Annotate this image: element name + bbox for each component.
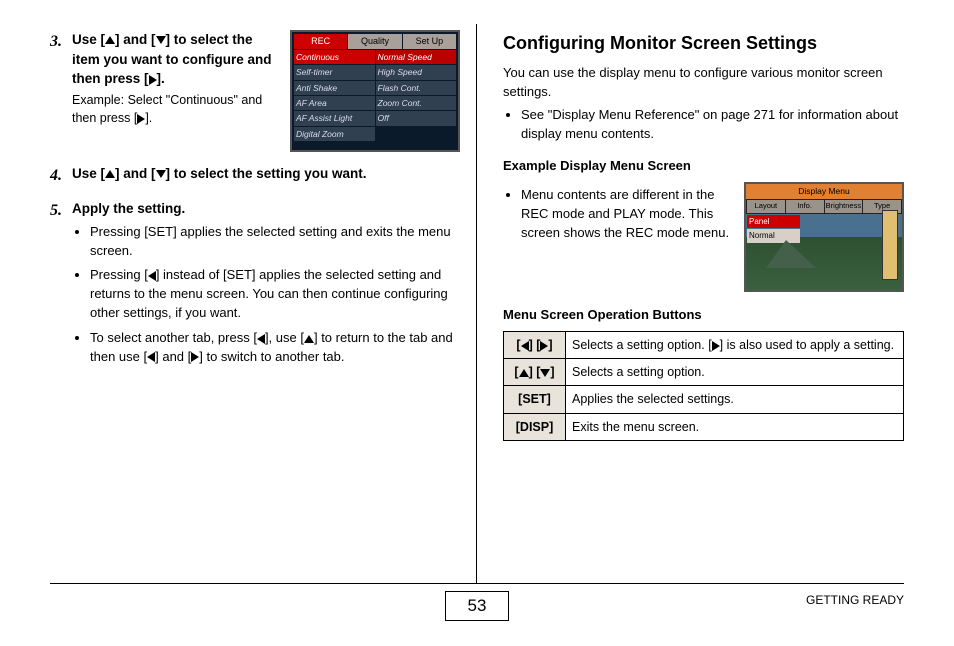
down-arrow-icon (156, 36, 166, 44)
up-arrow-icon (519, 369, 529, 377)
step-4: 4. Use [] and [] to select the setting y… (50, 164, 460, 187)
list-item: Menu contents are different in the REC m… (521, 186, 730, 243)
intro-bullets: See "Display Menu Reference" on page 271… (503, 106, 904, 144)
step-title: Use [] and [] to select the setting you … (72, 164, 460, 184)
table-row: [DISP] Exits the menu screen. (504, 413, 904, 440)
step-title: Apply the setting. (72, 199, 460, 219)
up-arrow-icon (105, 170, 115, 178)
up-arrow-icon (105, 36, 115, 44)
rec-menu-screenshot: REC Quality Set Up Continuous Self-timer… (290, 30, 460, 152)
step-title: Use [] and [] to select the item you wan… (72, 30, 280, 89)
list-item: See "Display Menu Reference" on page 271… (521, 106, 904, 144)
example-heading: Example Display Menu Screen (503, 157, 904, 176)
up-arrow-icon (304, 335, 314, 343)
example-bullets: Menu contents are different in the REC m… (503, 186, 730, 249)
page-number: 53 (445, 591, 510, 622)
desc-cell: Selects a setting option. [] is also use… (566, 332, 904, 359)
right-arrow-icon (540, 341, 548, 351)
rec-tab: REC (294, 34, 347, 49)
left-arrow-icon (257, 334, 265, 344)
down-arrow-icon (156, 170, 166, 178)
down-arrow-icon (540, 369, 550, 377)
left-arrow-icon (147, 352, 155, 362)
desc-cell: Exits the menu screen. (566, 413, 904, 440)
key-cell: [SET] (504, 386, 566, 413)
list-item: To select another tab, press [], use [] … (90, 329, 460, 367)
intro-text: You can use the display menu to configur… (503, 64, 904, 102)
operation-buttons-table: [] [] Selects a setting option. [] is al… (503, 331, 904, 441)
rec-tab: Quality (348, 34, 401, 49)
film-strip-icon (882, 210, 898, 280)
list-item: Pressing [SET] applies the selected sett… (90, 223, 460, 261)
step-3: 3. Use [] and [] to select the item you … (50, 30, 460, 152)
desc-cell: Applies the selected settings. (566, 386, 904, 413)
left-column: 3. Use [] and [] to select the item you … (50, 24, 477, 583)
step-number: 3. (50, 30, 62, 152)
left-arrow-icon (521, 341, 529, 351)
right-column: Configuring Monitor Screen Settings You … (477, 24, 904, 583)
step-note: Example: Select "Continuous" and then pr… (72, 91, 280, 127)
rec-tab: Set Up (403, 34, 456, 49)
desc-cell: Selects a setting option. (566, 359, 904, 386)
step-number: 4. (50, 164, 62, 187)
step-bullets: Pressing [SET] applies the selected sett… (72, 223, 460, 367)
step-5: 5. Apply the setting. Pressing [SET] app… (50, 199, 460, 372)
mountain-icon (766, 240, 816, 268)
table-row: [] [] Selects a setting option. (504, 359, 904, 386)
key-cell: [DISP] (504, 413, 566, 440)
list-item: Pressing [] instead of [SET] applies the… (90, 266, 460, 323)
section-heading: Configuring Monitor Screen Settings (503, 30, 904, 56)
table-row: [SET] Applies the selected settings. (504, 386, 904, 413)
ops-heading: Menu Screen Operation Buttons (503, 306, 904, 325)
footer-section-label: GETTING READY (806, 592, 904, 609)
key-cell: [] [] (504, 332, 566, 359)
right-arrow-icon (712, 341, 720, 351)
left-arrow-icon (148, 271, 156, 281)
display-menu-screenshot: Display Menu Layout Info. Brightness Typ… (744, 182, 904, 292)
key-cell: [] [] (504, 359, 566, 386)
table-row: [] [] Selects a setting option. [] is al… (504, 332, 904, 359)
page-footer: 53 GETTING READY (50, 584, 904, 628)
right-arrow-icon (149, 75, 157, 85)
step-number: 5. (50, 199, 62, 372)
